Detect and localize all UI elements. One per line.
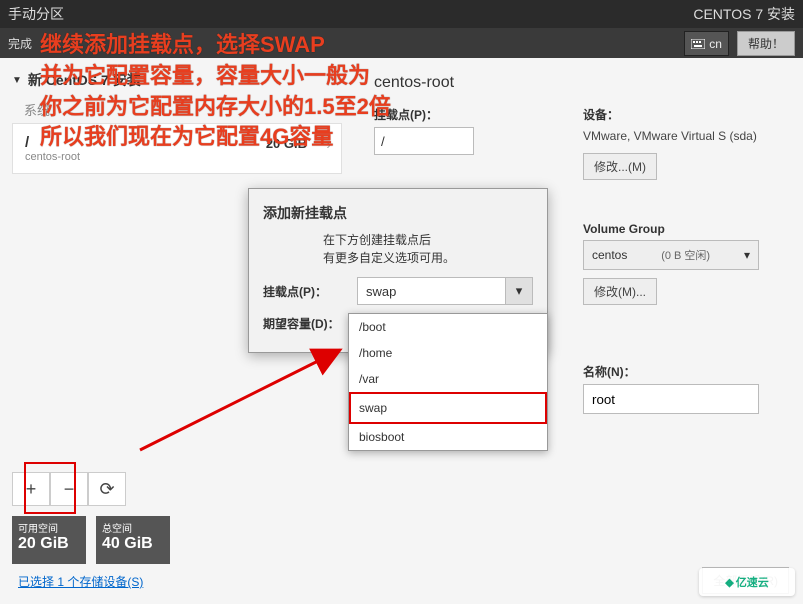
device-label: 设备： xyxy=(583,106,783,123)
modify-device-button[interactable]: 修改...(M) xyxy=(583,153,657,180)
modal-capacity-label: 期望容量(D)： xyxy=(263,315,349,332)
modify-vg-button[interactable]: 修改(M)... xyxy=(583,278,657,305)
option-home[interactable]: /home xyxy=(349,340,547,366)
help-button[interactable]: 帮助！ xyxy=(737,31,795,56)
disk-total-label: 总空间 xyxy=(102,520,164,535)
mount-options-dropdown[interactable]: /boot /home /var swap biosboot xyxy=(348,313,548,451)
option-biosboot[interactable]: biosboot xyxy=(349,424,547,450)
modal-title: 添加新挂载点 xyxy=(263,203,533,223)
vg-name: centos xyxy=(592,248,627,262)
disk-available-value: 20 GiB xyxy=(18,535,80,553)
done-button[interactable]: 完成 xyxy=(8,35,32,52)
chevron-down-icon: ▾ xyxy=(744,248,750,262)
disk-total-value: 40 GiB xyxy=(102,535,164,553)
option-var[interactable]: /var xyxy=(349,366,547,392)
name-label: 名称(N)： xyxy=(583,363,783,380)
modal-info-2: 有更多自定义选项可用。 xyxy=(323,249,533,267)
device-value: VMware, VMware Virtual S (sda) xyxy=(583,127,783,145)
collapse-icon: ▼ xyxy=(12,75,22,86)
volume-group-label: Volume Group xyxy=(583,222,783,236)
chevron-down-icon[interactable]: ▾ xyxy=(505,277,533,305)
keyboard-indicator[interactable]: cn xyxy=(684,31,729,56)
option-swap[interactable]: swap xyxy=(349,392,547,424)
disk-total: 总空间 40 GiB xyxy=(96,516,170,564)
modal-mount-combo[interactable]: swap ▾ xyxy=(357,277,533,305)
remove-mount-button[interactable]: − xyxy=(50,472,88,506)
reload-button[interactable]: ⟳ xyxy=(88,472,126,506)
add-mount-button[interactable]: + xyxy=(12,472,50,506)
name-input[interactable] xyxy=(583,384,759,414)
product-title: CENTOS 7 安装 xyxy=(693,4,795,24)
disk-available: 可用空间 20 GiB xyxy=(12,516,86,564)
watermark: ◆ 亿速云 xyxy=(699,568,795,596)
page-title: 手动分区 xyxy=(8,4,64,24)
vg-free: (0 B 空闲) xyxy=(661,247,710,263)
volume-group-select[interactable]: centos (0 B 空闲) ▾ xyxy=(583,240,759,270)
selected-devices-link[interactable]: 已选择 1 个存储设备(S) xyxy=(18,573,143,590)
disk-available-label: 可用空间 xyxy=(18,520,80,535)
modal-info-1: 在下方创建挂载点后 xyxy=(323,231,533,249)
keyboard-icon xyxy=(691,39,705,49)
annotation-text: 继续添加挂载点，选择SWAP 并为它配置容量，容量大小一般为 你之前为它配置内存… xyxy=(40,30,500,153)
keyboard-layout-label: cn xyxy=(709,37,722,51)
modal-mount-label: 挂载点(P)： xyxy=(263,283,349,300)
modal-mount-value: swap xyxy=(357,277,505,305)
option-boot[interactable]: /boot xyxy=(349,314,547,340)
